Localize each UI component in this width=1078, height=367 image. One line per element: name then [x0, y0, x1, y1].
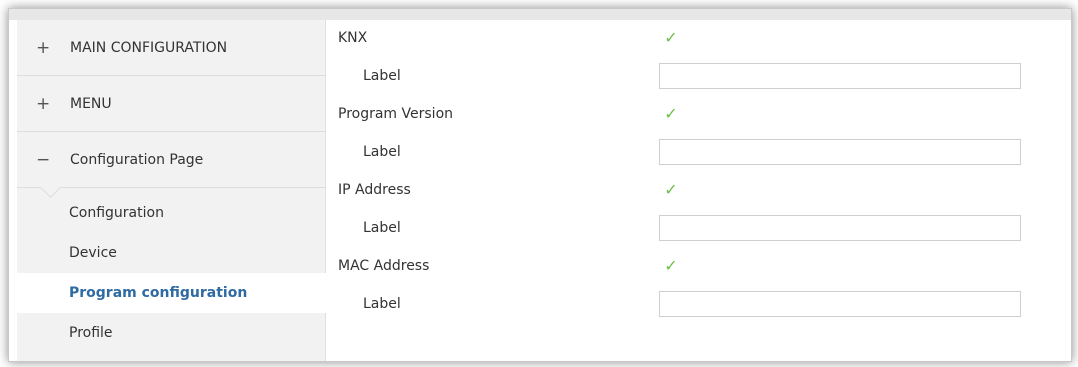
param-row-program-version-label: Label: [326, 134, 1071, 172]
window-top-bar: [9, 9, 1071, 20]
sidebar-item-device[interactable]: Device: [17, 233, 325, 273]
section-label: MAIN CONFIGURATION: [70, 39, 228, 56]
section-configuration-page[interactable]: − Configuration Page: [17, 132, 325, 199]
sidebar-item-profile[interactable]: Profile: [17, 313, 325, 353]
param-label: IP Address: [338, 182, 411, 198]
program-version-label-input[interactable]: [659, 139, 1021, 165]
ip-address-checkbox[interactable]: ✓: [662, 181, 680, 199]
section-label: MENU: [70, 95, 112, 112]
section-main-configuration[interactable]: + MAIN CONFIGURATION: [17, 20, 325, 76]
program-version-checkbox[interactable]: ✓: [662, 105, 680, 123]
param-row-ip-address-label: Label: [326, 210, 1071, 248]
sidebar: + MAIN CONFIGURATION + MENU − Configurat…: [17, 20, 326, 361]
knx-checkbox[interactable]: ✓: [662, 29, 680, 47]
section-label: Configuration Page: [70, 151, 204, 168]
expand-icon: +: [36, 93, 51, 114]
mac-address-label-input[interactable]: [659, 291, 1021, 317]
expand-icon: +: [36, 37, 51, 58]
param-row-mac-address: MAC Address ✓: [326, 248, 1071, 286]
dialog-window: + MAIN CONFIGURATION + MENU − Configurat…: [8, 8, 1072, 362]
param-row-ip-address: IP Address ✓: [326, 172, 1071, 210]
param-row-program-version: Program Version ✓: [326, 96, 1071, 134]
param-label: MAC Address: [338, 258, 430, 274]
knx-label-input[interactable]: [659, 63, 1021, 89]
sidebar-item-configuration[interactable]: Configuration: [17, 193, 325, 233]
param-row-knx-label: Label: [326, 58, 1071, 96]
param-label: Label: [363, 68, 401, 84]
parameter-panel: KNX ✓ Label Program Version ✓ Label IP A…: [326, 20, 1071, 361]
param-row-mac-address-label: Label: [326, 286, 1071, 324]
param-row-knx: KNX ✓: [326, 20, 1071, 58]
collapse-icon: −: [36, 149, 51, 170]
param-label: KNX: [338, 30, 368, 46]
section-menu[interactable]: + MENU: [17, 76, 325, 132]
param-label: Label: [363, 144, 401, 160]
sidebar-item-program-configuration[interactable]: Program configuration: [17, 273, 326, 313]
configuration-page-subitems: Configuration Device Program configurati…: [17, 188, 326, 353]
mac-address-checkbox[interactable]: ✓: [662, 257, 680, 275]
param-label: Label: [363, 220, 401, 236]
ip-address-label-input[interactable]: [659, 215, 1021, 241]
param-label: Label: [363, 296, 401, 312]
param-label: Program Version: [338, 106, 454, 122]
